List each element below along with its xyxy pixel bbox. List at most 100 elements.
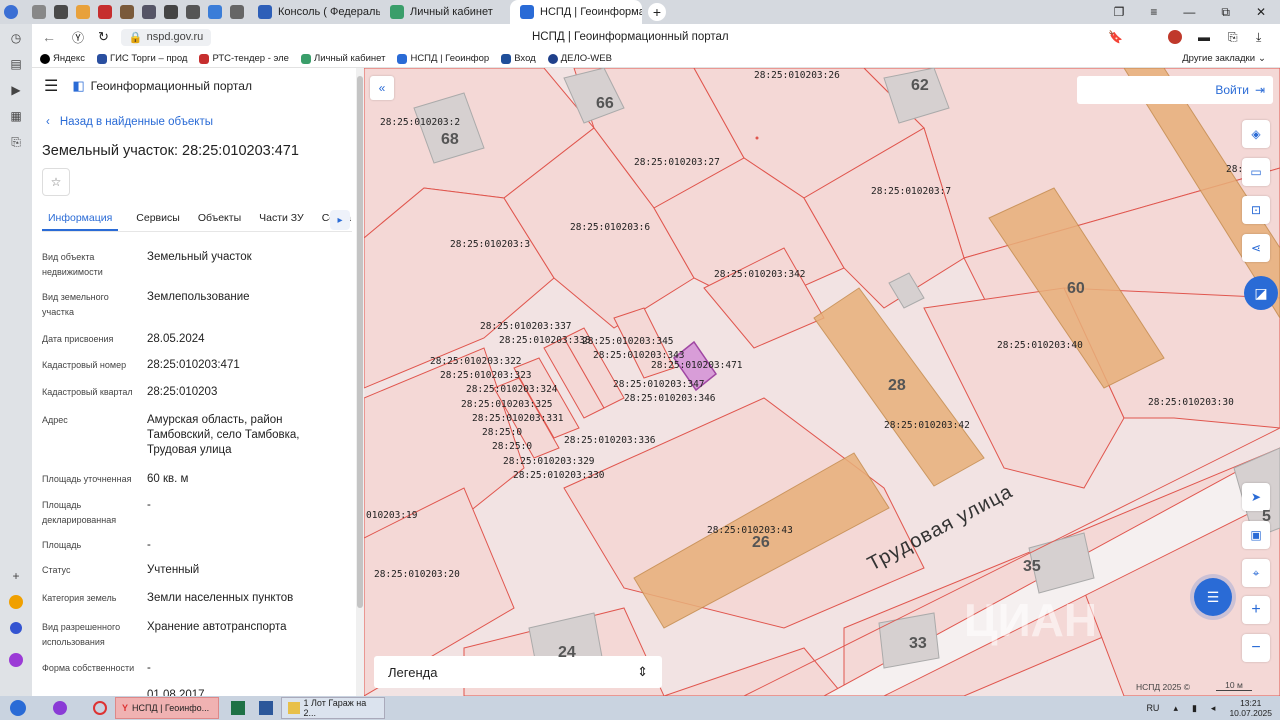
pinned-tab-3[interactable] bbox=[94, 0, 116, 24]
language-indicator[interactable]: RU bbox=[1146, 703, 1159, 713]
new-tab-button[interactable]: + bbox=[648, 3, 666, 21]
notes-icon[interactable]: ▤ bbox=[8, 56, 24, 72]
history-icon[interactable]: ◷ bbox=[8, 30, 24, 46]
tabs-scroll-right-button[interactable]: ▸ bbox=[330, 210, 350, 230]
map-pin-icon: ⌖ bbox=[1252, 565, 1260, 580]
tab-cabinet[interactable]: Личный кабинет bbox=[380, 0, 510, 24]
tab-info[interactable]: Информация bbox=[42, 208, 119, 231]
zoom-in-button[interactable]: + bbox=[1242, 596, 1270, 624]
tab-manager-icon[interactable] bbox=[28, 0, 50, 24]
word-taskbar-icon[interactable] bbox=[253, 697, 279, 719]
heart-icon[interactable] bbox=[8, 594, 24, 610]
bookmark-cabinet[interactable]: Личный кабинет bbox=[300, 53, 385, 64]
field-label: Вид объекта недвижимости bbox=[42, 252, 103, 277]
maximize-icon[interactable]: ⧉ bbox=[1221, 5, 1230, 20]
back-icon[interactable]: ← bbox=[42, 29, 56, 45]
window-menu-icon[interactable]: ≡ bbox=[1150, 5, 1157, 20]
tab-nspd[interactable]: НСПД | Геоинформаци✕ bbox=[510, 0, 642, 24]
chevron-down-icon: ⌄ bbox=[1258, 53, 1266, 64]
parcel-label: 28:25:010203:338 bbox=[499, 335, 591, 346]
alice-icon[interactable] bbox=[8, 652, 24, 668]
bookmark-nspd[interactable]: НСПД | Геоинфор bbox=[397, 53, 489, 64]
download-bar-icon[interactable]: ⎘ bbox=[1228, 30, 1238, 45]
collections-icon[interactable]: ❐ bbox=[1114, 5, 1125, 20]
login-button[interactable]: Войти bbox=[1215, 83, 1249, 97]
pinned-tab-2[interactable] bbox=[72, 0, 94, 24]
pinned-tab-8[interactable] bbox=[204, 0, 226, 24]
taskbar-explorer-window[interactable]: 1 Лот Гараж на 2... bbox=[281, 697, 385, 719]
url-field[interactable]: 🔒 nspd.gov.ru bbox=[120, 28, 212, 46]
ruler-button[interactable]: ▭ bbox=[1242, 158, 1270, 186]
reload-icon[interactable]: ↻ bbox=[98, 29, 109, 45]
clock[interactable]: 13:21 10.07.2025 bbox=[1229, 698, 1272, 718]
profile-icon[interactable] bbox=[1168, 30, 1182, 44]
bookmark-gis-torgi[interactable]: ГИС Торги – прод bbox=[96, 53, 187, 64]
minimize-icon[interactable]: — bbox=[1183, 5, 1195, 20]
network-icon[interactable]: ▮ bbox=[1192, 703, 1197, 714]
bookmark-delo[interactable]: ДЕЛО-WEB bbox=[547, 53, 612, 64]
bookmark-rts[interactable]: РТС-тендер - эле bbox=[199, 53, 289, 64]
browser-taskbar-icon[interactable] bbox=[87, 697, 113, 719]
calendar-icon[interactable]: ▦ bbox=[8, 108, 24, 124]
downloads-icon[interactable]: ⤓ bbox=[1256, 30, 1261, 45]
hamburger-menu-icon[interactable]: ☰ bbox=[44, 76, 58, 96]
minus-icon: − bbox=[1251, 639, 1261, 656]
parcel-label: 28:25:010203:324 bbox=[466, 384, 558, 395]
tab-console[interactable]: Консоль ( Федеральные bbox=[248, 0, 380, 24]
start-button[interactable] bbox=[3, 697, 33, 719]
pinned-tab-1[interactable] bbox=[50, 0, 72, 24]
other-bookmarks[interactable]: Другие закладки ⌄ bbox=[1182, 53, 1280, 64]
zoom-out-button[interactable]: − bbox=[1242, 634, 1270, 662]
cadastral-map[interactable]: « Войти ⇥ ◈ ▭ ⊡ ⋖ ◪ ➤ ▣ ⌖ + − ☰ Легенда … bbox=[364, 68, 1280, 696]
favorite-button[interactable]: ☆ bbox=[42, 168, 70, 196]
browser-menu-icon[interactable] bbox=[0, 0, 22, 24]
legend-bar[interactable]: Легенда ⇕ bbox=[374, 656, 662, 688]
locate-button[interactable]: ➤ bbox=[1242, 483, 1270, 511]
tab-objects[interactable]: Объекты bbox=[198, 208, 241, 231]
yandex-home-icon[interactable]: Ⓨ bbox=[72, 29, 84, 46]
plus-icon: + bbox=[1251, 601, 1261, 618]
screenshot-icon[interactable]: ⎘ bbox=[8, 134, 24, 150]
pinned-tab-9[interactable] bbox=[226, 0, 248, 24]
bookmark-icon[interactable]: 🔖 bbox=[1108, 30, 1123, 44]
add-panel-icon[interactable]: + bbox=[8, 568, 24, 584]
layers-icon: ◈ bbox=[1251, 127, 1261, 141]
portal-header: ☰ ◧ Геоинформационный портал bbox=[44, 76, 252, 96]
excel-taskbar-icon[interactable] bbox=[225, 697, 251, 719]
pinned-tab-4[interactable] bbox=[116, 0, 138, 24]
play-icon[interactable]: ▶ bbox=[8, 82, 24, 98]
pinned-tab-5[interactable] bbox=[138, 0, 160, 24]
field-label: Площадь декларированная bbox=[42, 500, 117, 525]
bookmark-label: НСПД | Геоинфор bbox=[410, 53, 490, 64]
pinned-tab-6[interactable] bbox=[160, 0, 182, 24]
bookmark-login[interactable]: Вход bbox=[501, 53, 536, 64]
bookmark-label: Вход bbox=[514, 53, 536, 64]
tray-arrow-icon[interactable]: ▴ bbox=[1173, 703, 1178, 714]
volume-icon[interactable]: ◂ bbox=[1211, 703, 1216, 714]
panel-scrollbar-thumb[interactable] bbox=[357, 76, 363, 608]
geo-search-button[interactable]: ⌖ bbox=[1242, 559, 1270, 587]
close-window-icon[interactable]: ✕ bbox=[1256, 5, 1266, 20]
assistant-icon[interactable] bbox=[8, 620, 24, 636]
panel-scrollbar[interactable] bbox=[356, 68, 364, 696]
login-icon[interactable]: ⇥ bbox=[1255, 83, 1265, 97]
taskbar-browser-window[interactable]: Y НСПД | Геоинфо... bbox=[115, 697, 219, 719]
share-button[interactable]: ⋖ bbox=[1242, 234, 1270, 262]
alice-taskbar-icon[interactable] bbox=[47, 697, 73, 719]
back-link[interactable]: ‹ Назад в найденные объекты bbox=[46, 116, 213, 128]
windows-logo-icon bbox=[10, 700, 26, 716]
chat-button[interactable]: ☰ bbox=[1194, 578, 1232, 616]
pkk-button[interactable]: ◪ bbox=[1244, 276, 1278, 310]
extensions-icon[interactable]: ▬ bbox=[1198, 30, 1210, 44]
select-area-button[interactable]: ⊡ bbox=[1242, 196, 1270, 224]
parcel-label: 28:25:010203:40 bbox=[997, 340, 1083, 351]
bookmark-yandex[interactable]: Яндекс bbox=[40, 53, 85, 64]
tab-services[interactable]: Сервисы bbox=[136, 208, 180, 231]
pinned-tab-7[interactable] bbox=[182, 0, 204, 24]
tab-parts[interactable]: Части ЗУ bbox=[259, 208, 304, 231]
layers-button[interactable]: ◈ bbox=[1242, 120, 1270, 148]
collapse-panel-button[interactable]: « bbox=[370, 76, 394, 100]
copyright: НСПД 2025 © bbox=[1136, 682, 1191, 692]
pkk-icon: ◪ bbox=[1254, 284, 1268, 301]
house-number: 28 bbox=[888, 377, 906, 394]
